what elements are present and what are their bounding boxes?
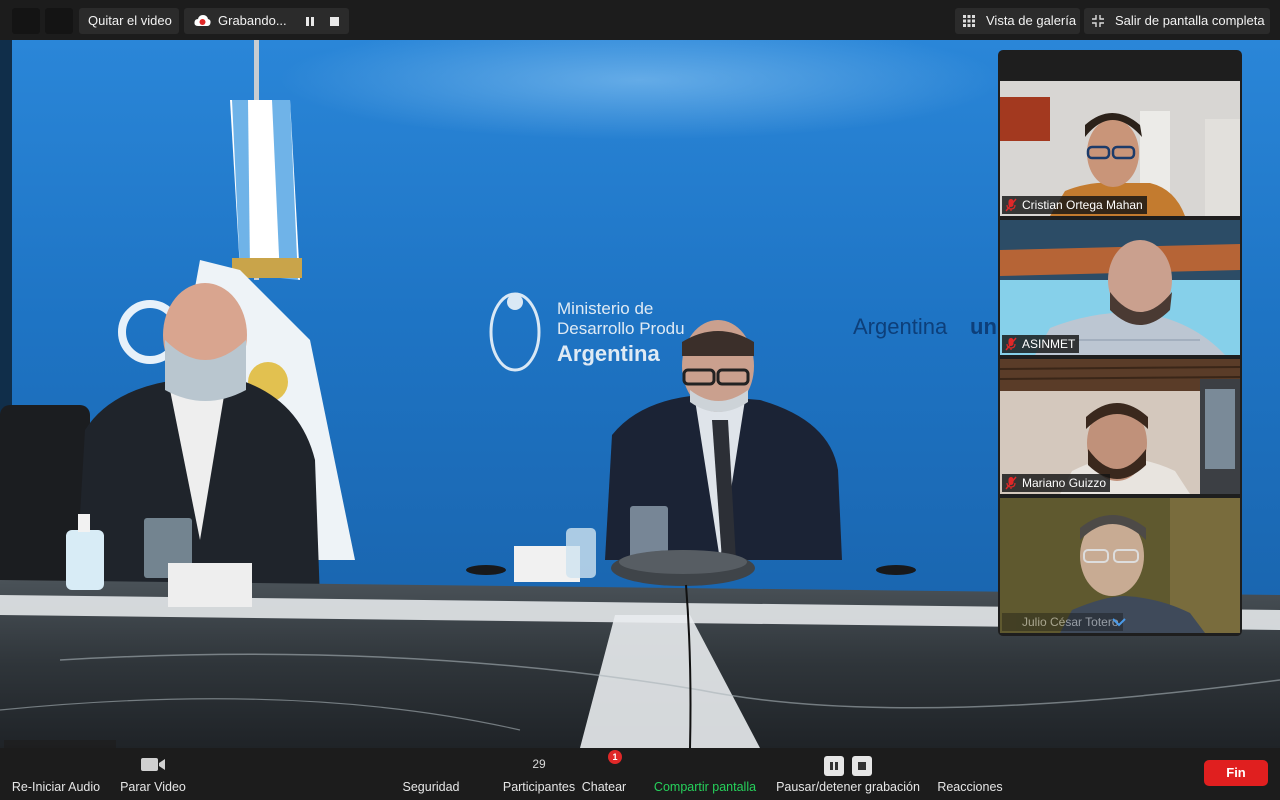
exit-fullscreen-icon bbox=[1092, 15, 1104, 27]
cloud-recording-icon bbox=[194, 15, 211, 26]
participant-tile[interactable]: ASINMET bbox=[1000, 220, 1240, 355]
participant-name-tag: ASINMET bbox=[1002, 335, 1080, 353]
exit-fullscreen-label: Salir de pantalla completa bbox=[1115, 13, 1265, 28]
recording-controls: Pausar/detener grabación bbox=[772, 748, 924, 800]
chat-label: Chatear bbox=[581, 780, 627, 794]
top-bar: Quitar el video Grabando... Vista de gal bbox=[0, 0, 1280, 40]
pause-recording-icon[interactable] bbox=[303, 8, 317, 34]
backdrop-text-right-suffix: un bbox=[970, 314, 997, 339]
gallery-view-label: Vista de galería bbox=[986, 13, 1077, 28]
reactions-label: Reacciones bbox=[937, 780, 1003, 794]
meeting-toolbar: Re-Iniciar Audio Parar Video Seguridad 2… bbox=[0, 748, 1280, 800]
backdrop-text-line1: Ministerio de bbox=[557, 299, 653, 318]
video-camera-icon bbox=[141, 758, 165, 771]
stop-video-toolbar-button[interactable]: Parar Video bbox=[116, 748, 190, 800]
participant-name: Mariano Guizzo bbox=[1022, 476, 1107, 490]
participant-name-tag: Cristian Ortega Mahan bbox=[1002, 196, 1147, 214]
participant-name: Julio César Totero bbox=[1022, 615, 1119, 629]
shield-icon[interactable] bbox=[45, 8, 73, 34]
stop-video-toolbar-label: Parar Video bbox=[120, 780, 186, 794]
stop-video-button[interactable]: Quitar el video bbox=[79, 8, 179, 34]
exit-fullscreen-button[interactable]: Salir de pantalla completa bbox=[1084, 8, 1270, 34]
chat-button[interactable]: Chatear bbox=[578, 748, 630, 800]
end-meeting-label: Fin bbox=[1226, 765, 1246, 780]
rejoin-audio-label: Re-Iniciar Audio bbox=[11, 780, 101, 794]
muted-mic-icon bbox=[1005, 198, 1017, 212]
zoom-meeting-window: Ministerio de Desarrollo Produ Argentina… bbox=[0, 0, 1280, 800]
backdrop-text-right: Argentina bbox=[853, 314, 948, 339]
participant-name-tag: Julio César Totero bbox=[1002, 613, 1123, 631]
participant-name: ASINMET bbox=[1022, 337, 1076, 351]
recording-controls-label: Pausar/detener grabación bbox=[776, 780, 920, 794]
share-screen-label: Compartir pantalla bbox=[653, 780, 757, 794]
participant-name: Cristian Ortega Mahan bbox=[1022, 198, 1143, 212]
participant-gallery-strip: Cristian Ortega Mahan ASINMET Mariano Gu… bbox=[998, 50, 1242, 636]
meeting-info-icon[interactable] bbox=[12, 8, 40, 34]
stop-recording-button[interactable] bbox=[852, 756, 872, 776]
stop-video-label: Quitar el video bbox=[88, 13, 172, 28]
recording-label: Grabando... bbox=[218, 13, 287, 28]
gallery-view-button[interactable]: Vista de galería bbox=[955, 8, 1080, 34]
end-meeting-button[interactable]: Fin bbox=[1204, 760, 1268, 786]
participant-tile[interactable]: Cristian Ortega Mahan bbox=[1000, 81, 1240, 216]
security-label: Seguridad bbox=[402, 780, 460, 794]
chevron-down-icon[interactable] bbox=[1110, 616, 1128, 628]
backdrop-text-line3: Argentina bbox=[557, 341, 660, 366]
muted-mic-icon bbox=[1005, 337, 1017, 351]
participant-tile[interactable]: Julio César Totero bbox=[1000, 498, 1240, 633]
security-button[interactable]: Seguridad bbox=[398, 748, 464, 800]
chat-unread-badge: 1 bbox=[608, 750, 622, 764]
participant-tile[interactable]: Mariano Guizzo bbox=[1000, 359, 1240, 494]
participant-name-tag: Mariano Guizzo bbox=[1002, 474, 1111, 492]
rejoin-audio-button[interactable]: Re-Iniciar Audio bbox=[8, 748, 104, 800]
stop-recording-icon[interactable] bbox=[327, 8, 341, 34]
share-screen-button[interactable]: Compartir pantalla bbox=[648, 748, 762, 800]
reactions-button[interactable]: Reacciones bbox=[934, 748, 1006, 800]
muted-mic-icon bbox=[1005, 476, 1017, 490]
recording-status-pill: Grabando... bbox=[184, 8, 349, 34]
pause-recording-button[interactable] bbox=[824, 756, 844, 776]
backdrop-text-line2: Desarrollo Produ bbox=[557, 319, 685, 338]
grid-icon bbox=[963, 15, 975, 27]
